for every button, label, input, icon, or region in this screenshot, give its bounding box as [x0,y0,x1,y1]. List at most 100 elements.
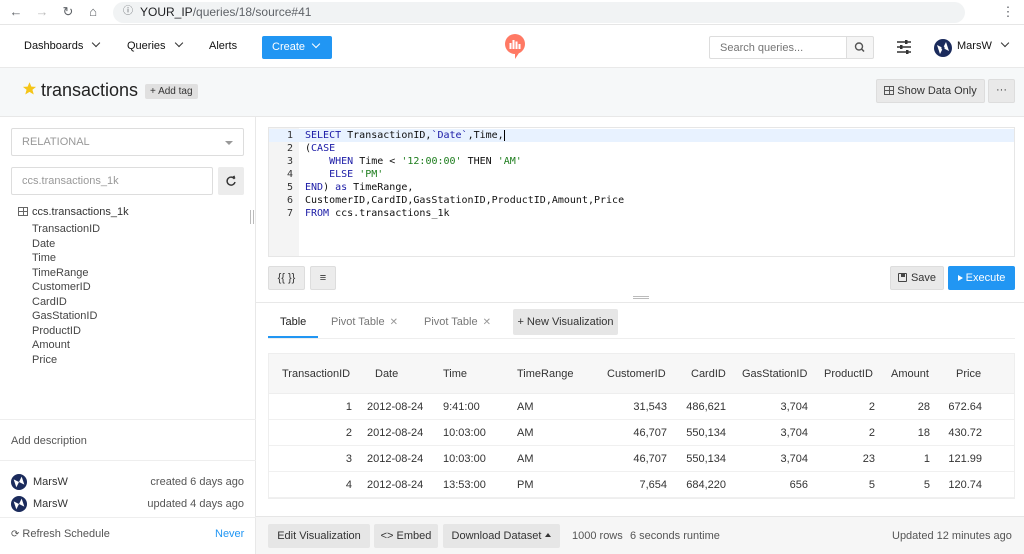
table-cell: 5 [868,479,875,491]
reload-icon[interactable]: ↻ [59,3,77,21]
save-button[interactable]: Save [890,266,944,290]
schema-column[interactable]: Date [32,237,100,252]
table-cell: 13:53:00 [443,479,486,491]
close-icon[interactable]: ✕ [390,317,398,328]
close-icon[interactable]: ✕ [483,317,491,328]
created-by-user: MarsW [33,476,68,488]
redash-logo-icon[interactable] [504,34,526,60]
refresh-schema-button[interactable] [218,167,244,195]
column-header[interactable]: TransactionID [282,368,350,380]
schema-sidebar: RELATIONAL ccs.transactions_1k ccs.trans… [0,117,256,554]
schema-table[interactable]: ccs.transactions_1k [18,206,129,218]
code-token: ,Time, [467,130,504,141]
browser-menu-icon[interactable]: ⋮ [999,3,1017,21]
code-token: ccs.transactions_1k [329,208,450,219]
caret-up-icon [545,533,552,537]
tab-pivot-table[interactable]: Pivot Table ✕ [331,316,398,328]
text-cursor [503,130,505,141]
settings-sliders-icon[interactable] [895,39,913,55]
show-data-only-button[interactable]: Show Data Only [876,79,985,103]
add-description-link[interactable]: Add description [11,435,87,447]
schema-column[interactable]: ProductID [32,324,100,339]
column-header[interactable]: Date [375,368,398,380]
user-menu[interactable]: MarsW [957,38,1010,52]
column-header[interactable]: Amount [891,368,929,380]
table-row: 4 2012-08-24 13:53:00 PM 7,654 684,220 6… [269,472,1014,498]
chevron-down-icon [311,39,321,49]
table-cell: 3 [345,453,352,465]
new-visualization-button[interactable]: + New Visualization [513,309,618,335]
download-dataset-button[interactable]: Download Dataset [443,524,560,548]
edit-visualization-button[interactable]: Edit Visualization [268,524,370,548]
table-cell: 18 [917,427,930,439]
nav-dashboards[interactable]: Dashboards [24,38,101,52]
query-editor[interactable]: 1 SELECT TransactionID,`Date`,Time, 2 (CAS… [268,127,1015,257]
schema-column[interactable]: CustomerID [32,280,100,295]
column-header[interactable]: ProductID [824,368,873,380]
schema-column[interactable]: TransactionID [32,222,100,237]
address-bar[interactable]: ⓘ YOUR_IP/queries/18/source#41 [113,2,965,23]
home-icon[interactable]: ⌂ [84,3,102,21]
app-header: Dashboards Queries Alerts Create Search … [0,25,1024,68]
refresh-schedule-link[interactable]: Never [215,528,244,540]
add-tag-button[interactable]: + Add tag [145,84,198,99]
table-row: 1 2012-08-24 9:41:00 AM 31,543 486,621 3… [269,394,1014,420]
add-parameter-button[interactable]: {{ }} [268,266,305,290]
schema-column[interactable]: GasStationID [32,309,100,324]
favorite-star-icon[interactable] [22,81,37,96]
schema-search-input[interactable]: ccs.transactions_1k [11,167,213,195]
column-header[interactable]: CustomerID [607,368,666,380]
table-row: 3 2012-08-24 10:03:00 AM 46,707 550,134 … [269,446,1014,472]
table-cell: 3,704 [780,427,808,439]
back-arrow-icon[interactable]: ← [7,3,25,21]
tab-table[interactable]: Table [280,316,306,328]
nav-queries[interactable]: Queries [127,38,183,52]
search-queries-input[interactable] [709,36,847,59]
column-header[interactable]: Time [443,368,467,380]
line-number: 4 [286,169,293,180]
schema-column[interactable]: Time [32,251,100,266]
search-button[interactable] [846,36,874,59]
execute-button[interactable]: Execute [948,266,1015,290]
column-header[interactable]: CardID [691,368,726,380]
divider [0,419,256,420]
table-cell: 550,134 [686,427,726,439]
page-title[interactable]: transactions [41,80,138,101]
table-cell: AM [517,401,534,413]
updated-info: updated 4 days ago [147,498,244,510]
schema-column[interactable]: CardID [32,295,100,310]
line-number: 1 [286,130,293,141]
table-cell: 672.64 [948,401,982,413]
column-header[interactable]: GasStationID [742,368,807,380]
table-cell: 2 [868,427,875,439]
create-button[interactable]: Create [262,36,332,59]
table-cell: 46,707 [633,427,667,439]
site-info-icon[interactable]: ⓘ [121,5,135,19]
table-cell: 550,134 [686,453,726,465]
forward-arrow-icon[interactable]: → [33,3,51,21]
more-options-button[interactable]: ··· [988,79,1015,103]
column-header[interactable]: Price [956,368,981,380]
format-query-button[interactable]: ≡ [310,266,336,290]
datasource-select[interactable]: RELATIONAL [11,128,244,156]
schema-column[interactable]: TimeRange [32,266,100,281]
tab-pivot-table[interactable]: Pivot Table ✕ [424,316,491,328]
embed-button[interactable]: <> Embed [374,524,438,548]
table-cell: 3,704 [780,453,808,465]
sidebar-resize-handle[interactable] [250,210,254,224]
code-token: 'AM' [497,156,522,167]
schema-column[interactable]: Price [32,353,100,368]
table-cell: 3,704 [780,401,808,413]
table-cell: 4 [345,479,352,491]
table-cell: 486,621 [686,401,726,413]
editor-resize-handle[interactable] [633,296,649,299]
code-token: FROM [305,208,330,219]
code-line: 7 FROM ccs.transactions_1k [269,207,1014,220]
code-line: 5 END) as TimeRange, [269,181,1014,194]
schema-column[interactable]: Amount [32,338,100,353]
table-cell: 31,543 [633,401,667,413]
avatar[interactable] [934,39,952,57]
runtime-info: 6 seconds runtime [630,530,720,542]
nav-alerts[interactable]: Alerts [209,40,237,52]
column-header[interactable]: TimeRange [517,368,573,380]
